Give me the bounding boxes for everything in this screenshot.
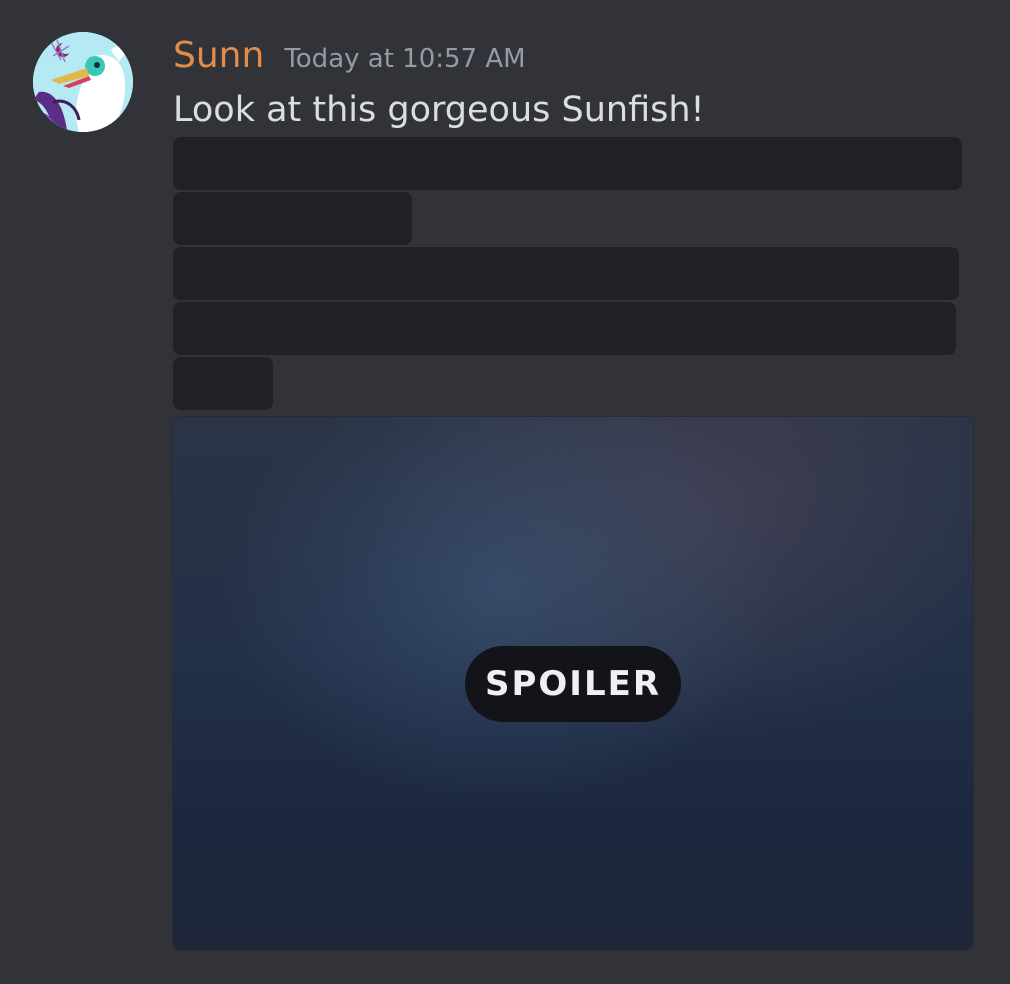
message-text: Look at this gorgeous Sunfish! <box>173 90 705 130</box>
spoiler-image-attachment[interactable]: SPOILER <box>173 417 973 950</box>
message-timestamp[interactable]: Today at 10:57 AM <box>284 37 525 81</box>
hidden-spoiler-text[interactable] <box>173 357 273 410</box>
user-avatar[interactable] <box>33 32 133 132</box>
hidden-spoiler-text[interactable] <box>173 302 956 355</box>
white-bird-avatar-icon <box>33 32 133 132</box>
hidden-spoiler-text[interactable] <box>173 192 412 245</box>
chat-message: Sunn Today at 10:57 AM Look at this gorg… <box>0 0 1010 984</box>
hidden-spoiler-text[interactable] <box>173 247 959 300</box>
message-header: Sunn Today at 10:57 AM <box>173 34 526 78</box>
spoiler-reveal-button[interactable]: SPOILER <box>465 646 681 722</box>
username[interactable]: Sunn <box>173 34 264 78</box>
hidden-spoiler-text[interactable] <box>173 137 962 190</box>
